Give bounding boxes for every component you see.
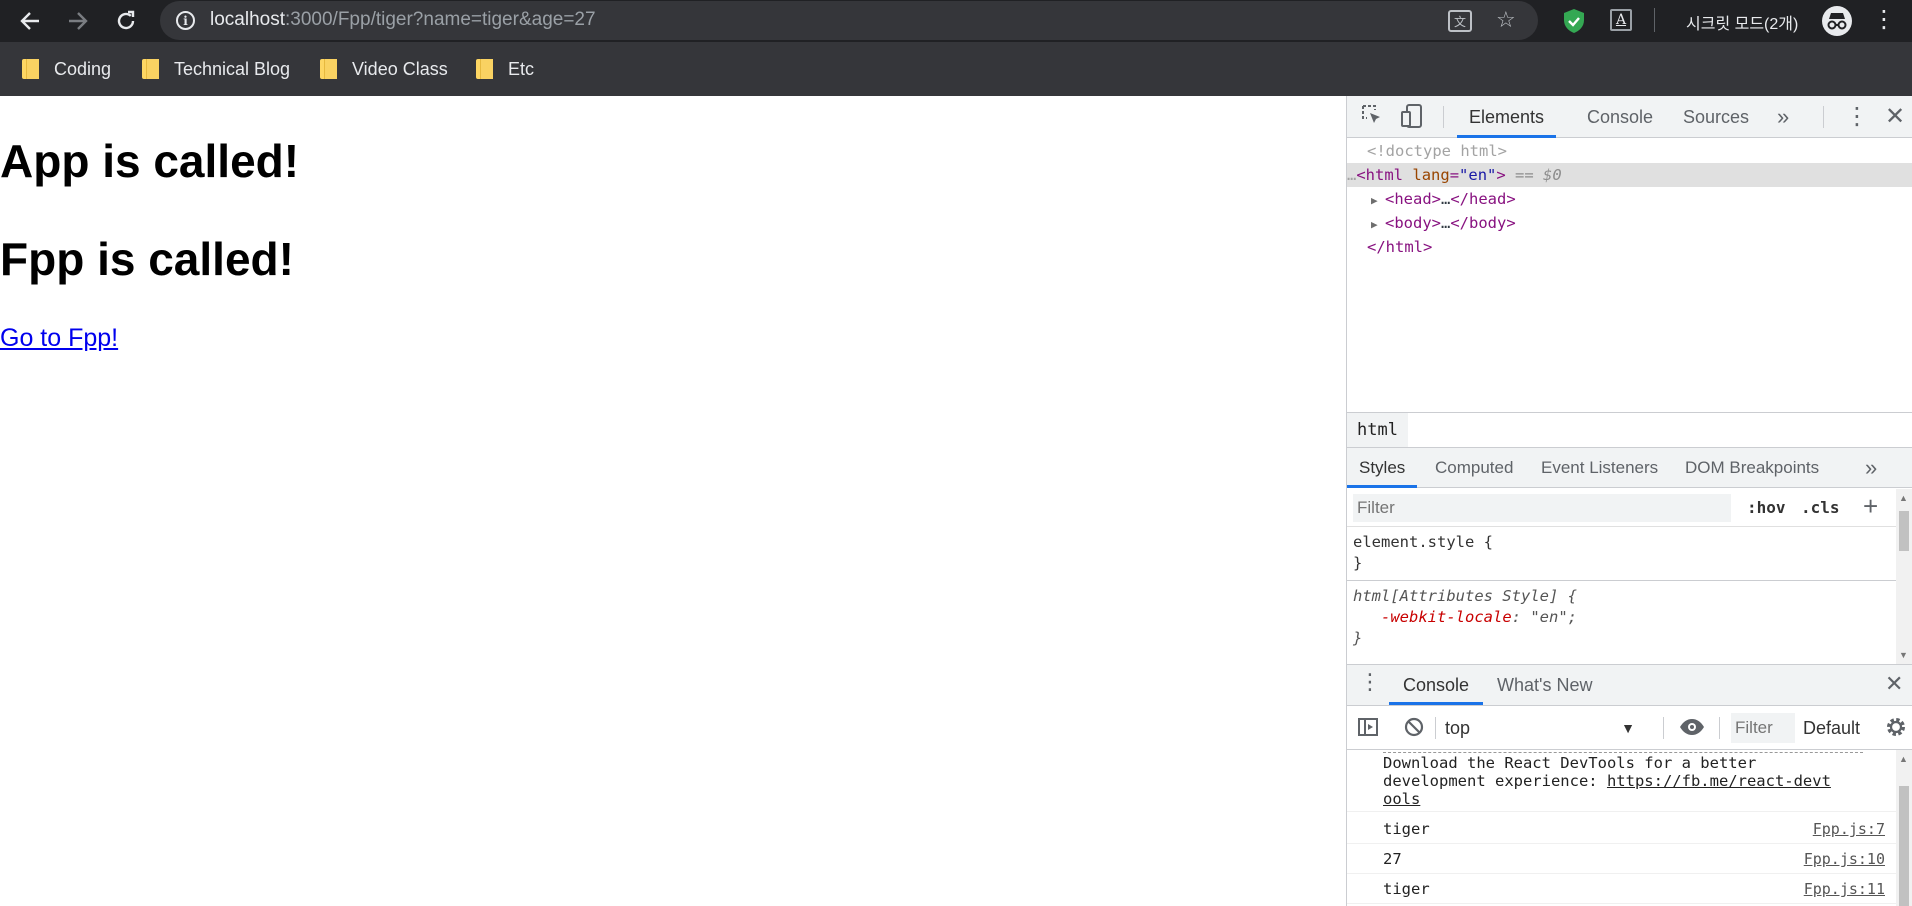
drawer-menu-icon[interactable]: ⋮ (1359, 669, 1381, 695)
go-to-fpp-link[interactable]: Go to Fpp! (0, 324, 118, 353)
toolbar-divider (1654, 8, 1655, 32)
breadcrumb-html[interactable]: html (1347, 413, 1408, 447)
rule-selector[interactable]: element.style { (1347, 532, 1897, 553)
bookmark-technical-blog[interactable]: Technical Blog (142, 42, 290, 96)
source-link[interactable]: Fpp.js:7 (1813, 814, 1885, 844)
breadcrumb: html (1347, 412, 1912, 448)
tab-computed[interactable]: Computed (1423, 448, 1525, 488)
devtools-panel: Elements Console Sources » ⋮ ✕ <!doctype… (1346, 96, 1912, 906)
scroll-up-icon[interactable]: ▲ (1899, 754, 1908, 764)
styles-filter-row: :hov .cls + (1347, 489, 1912, 527)
context-selector[interactable]: top ▼ (1445, 706, 1655, 750)
more-tabs-icon[interactable]: » (1853, 448, 1889, 488)
ellipsis-icon[interactable]: … (1347, 166, 1356, 184)
style-rule-element: element.style { } (1347, 532, 1897, 574)
incognito-label[interactable]: 시크릿 모드(2개) (1686, 10, 1798, 34)
react-devtools-link[interactable]: https://fb.me/react-devt (1607, 772, 1831, 790)
drawer-tabbar: ⋮ Console What's New ✕ (1347, 664, 1912, 706)
console-message[interactable]: Download the React DevTools for a better… (1347, 750, 1897, 812)
close-drawer-icon[interactable]: ✕ (1885, 671, 1903, 697)
log-levels-dropdown[interactable]: Default (1793, 706, 1860, 750)
styles-tabbar: Styles Computed Event Listeners DOM Brea… (1347, 448, 1912, 488)
console-message[interactable]: tiger Fpp.js:11 (1347, 874, 1897, 904)
console-settings-gear-icon[interactable] (1885, 716, 1907, 744)
dom-node-head[interactable]: ▶ <head>…</head> (1347, 187, 1912, 211)
console-messages: Download the React DevTools for a better… (1347, 750, 1912, 906)
tab-dom-breakpoints[interactable]: DOM Breakpoints (1673, 448, 1831, 488)
styles-scrollbar[interactable]: ▲ ▼ (1896, 489, 1912, 664)
folder-icon (476, 59, 493, 79)
rule-close: } (1353, 554, 1363, 572)
new-style-rule-button[interactable]: + (1863, 491, 1878, 522)
devtools-tabbar: Elements Console Sources » ⋮ ✕ (1347, 96, 1912, 138)
kebab-menu-icon[interactable]: ⋮ (1872, 6, 1896, 36)
forward-arrow-icon[interactable] (58, 0, 98, 42)
folder-icon (320, 59, 337, 79)
tab-styles[interactable]: Styles (1347, 448, 1418, 488)
scroll-down-icon[interactable]: ▼ (1899, 650, 1908, 660)
dom-node-html-close[interactable]: </html> (1347, 235, 1912, 259)
scroll-thumb[interactable] (1899, 786, 1909, 906)
close-devtools-icon[interactable]: ✕ (1885, 102, 1905, 131)
scroll-up-icon[interactable]: ▲ (1899, 493, 1908, 503)
a-extension-icon[interactable]: A (1610, 9, 1632, 31)
reload-icon[interactable] (106, 0, 146, 42)
source-link[interactable]: Fpp.js:10 (1804, 844, 1885, 874)
back-arrow-icon[interactable] (10, 0, 50, 42)
react-devtools-link-cont[interactable]: ools (1383, 790, 1420, 808)
rule-close: } (1353, 629, 1363, 647)
expand-triangle-icon[interactable]: ▶ (1371, 189, 1385, 213)
console-message[interactable]: tiger Fpp.js:7 (1347, 814, 1897, 844)
url-text[interactable]: localhost:3000/Fpp/tiger?name=tiger&age=… (210, 9, 596, 31)
dom-node-body[interactable]: ▶ <body>…</body> (1347, 211, 1912, 235)
show-sidebar-icon[interactable] (1357, 716, 1379, 744)
hov-button[interactable]: :hov (1747, 489, 1786, 527)
dropdown-caret-icon: ▼ (1621, 720, 1635, 736)
styles-filter-input[interactable] (1353, 494, 1731, 522)
page-heading-app: App is called! (0, 135, 300, 187)
page-viewport: App is called! Fpp is called! Go to Fpp! (0, 96, 1346, 906)
tab-event-listeners[interactable]: Event Listeners (1529, 448, 1670, 488)
live-expression-eye-icon[interactable] (1679, 716, 1705, 744)
dom-node-html[interactable]: …<html lang="en"> == $0 (1347, 163, 1912, 187)
devtools-menu-icon[interactable]: ⋮ (1845, 102, 1869, 131)
console-scrollbar[interactable]: ▲ (1896, 750, 1912, 906)
elements-tree: <!doctype html> …<html lang="en"> == $0 … (1347, 139, 1912, 411)
more-tabs-icon[interactable]: » (1765, 96, 1801, 138)
cls-button[interactable]: .cls (1801, 489, 1840, 527)
drawer-tab-console[interactable]: Console (1389, 665, 1484, 705)
expand-triangle-icon[interactable]: ▶ (1371, 213, 1385, 237)
style-rule-html-attributes: html[Attributes Style] { -webkit-locale:… (1347, 586, 1897, 649)
bookmark-coding[interactable]: Coding (22, 42, 111, 96)
folder-icon (22, 59, 39, 79)
rule-selector[interactable]: html[Attributes Style] { (1347, 586, 1897, 607)
inspect-element-icon[interactable] (1361, 104, 1383, 132)
folder-icon (142, 59, 159, 79)
bookmarks-bar: Coding Technical Blog Video Class Etc (0, 42, 1912, 96)
shield-extension-icon[interactable] (1562, 8, 1586, 34)
address-bar[interactable]: i localhost:3000/Fpp/tiger?name=tiger&ag… (160, 1, 1538, 40)
clear-console-icon[interactable] (1403, 716, 1425, 744)
tab-sources[interactable]: Sources (1671, 96, 1761, 138)
tab-elements[interactable]: Elements (1457, 96, 1557, 138)
incognito-icon[interactable] (1822, 6, 1852, 36)
scroll-thumb[interactable] (1899, 511, 1909, 551)
source-link[interactable]: Fpp.js:11 (1804, 874, 1885, 904)
dom-node-doctype[interactable]: <!doctype html> (1347, 139, 1912, 163)
browser-toolbar: i localhost:3000/Fpp/tiger?name=tiger&ag… (0, 0, 1912, 42)
bookmark-video-class[interactable]: Video Class (320, 42, 448, 96)
device-toolbar-icon[interactable] (1401, 104, 1423, 134)
tab-console[interactable]: Console (1575, 96, 1665, 138)
star-icon[interactable]: ☆ (1496, 7, 1516, 33)
console-toolbar: top ▼ Filter Default (1347, 706, 1912, 750)
page-heading-fpp: Fpp is called! (0, 233, 294, 285)
info-icon[interactable]: i (176, 11, 195, 30)
drawer-tab-whats-new[interactable]: What's New (1483, 665, 1606, 705)
translate-icon[interactable]: 文 (1448, 10, 1472, 32)
bookmark-etc[interactable]: Etc (476, 42, 534, 96)
console-filter-input[interactable]: Filter (1731, 713, 1795, 743)
console-message[interactable]: 27 Fpp.js:10 (1347, 844, 1897, 874)
rule-property[interactable]: -webkit-locale: "en"; (1347, 607, 1897, 628)
